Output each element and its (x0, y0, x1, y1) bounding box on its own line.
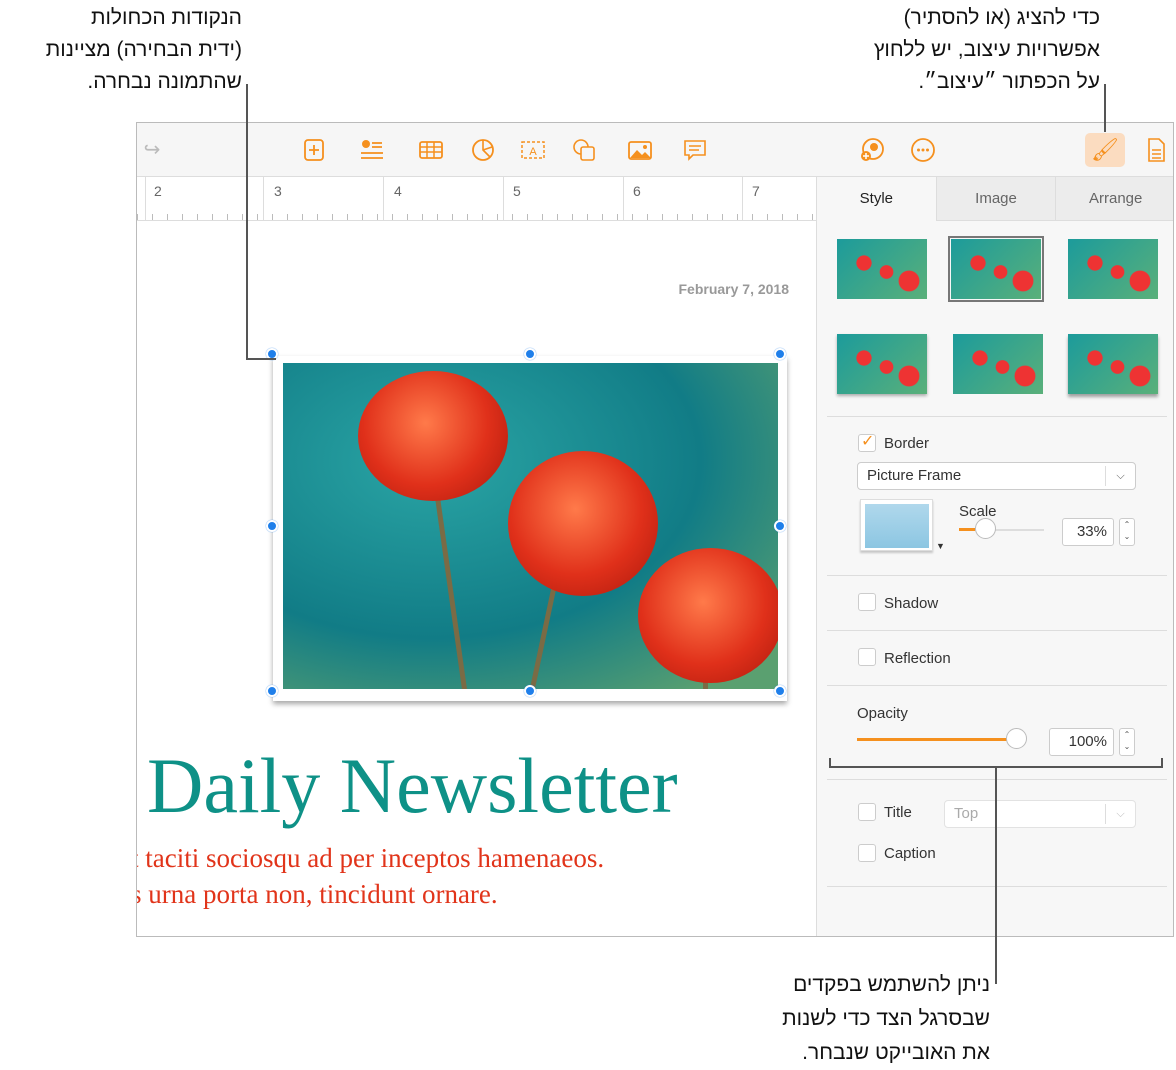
callout-format-button: כדי להציג (או להסתיר) אפשרויות עיצוב, יש… (874, 2, 1100, 98)
title-position-select: Top ⌵ (944, 800, 1136, 828)
list-icon[interactable] (359, 137, 385, 163)
shape-icon[interactable] (571, 137, 597, 163)
callout-line: שבסרגל הצד כדי לשנות (782, 1007, 990, 1030)
style-thumbnail[interactable] (837, 334, 927, 394)
callout-bracket (1161, 758, 1163, 768)
insert-icon[interactable] (301, 137, 327, 163)
border-style-select[interactable]: Picture Frame ⌵ (857, 462, 1136, 490)
title-checkbox[interactable] (858, 803, 876, 821)
format-icon: 🖌 (1091, 137, 1119, 162)
scale-field[interactable]: 33% (1062, 518, 1114, 546)
callout-leader (1104, 84, 1106, 132)
style-thumbnail[interactable] (1068, 334, 1158, 394)
callout-bracket (829, 758, 831, 768)
selection-handle[interactable] (774, 520, 786, 532)
shadow-label: Shadow (884, 595, 939, 612)
selection-handle[interactable] (266, 685, 278, 697)
callout-sidebar: ניתן להשתמש בפקדים שבסרגל הצד כדי לשנות … (782, 968, 990, 1070)
caption-label: Caption (884, 845, 936, 862)
scale-stepper[interactable]: ⌃ ⌄ (1119, 518, 1135, 546)
callout-leader (246, 358, 276, 360)
scale-label: Scale (959, 503, 997, 520)
chevron-down-icon: ⌵ (1105, 466, 1135, 486)
tab-style[interactable]: Style (817, 177, 936, 221)
callout-line: את האובייקט שנבחר. (802, 1041, 990, 1064)
document-date: February 7, 2018 (678, 281, 789, 297)
callout-leader (995, 766, 997, 984)
opacity-field[interactable]: 100% (1049, 728, 1114, 756)
callout-selection-handles: הנקודות הכחולות (ידית הבחירה) מציינות שה… (46, 2, 242, 98)
format-button[interactable]: 🖌 (1085, 133, 1125, 167)
collaborate-icon[interactable] (859, 137, 885, 163)
callout-leader (246, 84, 248, 360)
pages-window: ↪ A 🖌 2 3 4 5 6 7 February 7, 2018 Daily… (136, 122, 1174, 937)
document-canvas: February 7, 2018 Daily Newsletter t taci… (137, 221, 817, 936)
opacity-stepper[interactable]: ⌃ ⌄ (1119, 728, 1135, 756)
tab-image[interactable]: Image (935, 177, 1056, 221)
callout-line: כדי להציג (או להסתיר) (903, 6, 1100, 29)
callout-line: הנקודות הכחולות (90, 6, 242, 29)
title-label: Title (884, 804, 912, 821)
ruler-number: 3 (274, 183, 282, 199)
more-icon[interactable] (910, 137, 936, 163)
body-text-line[interactable]: s urna porta non, tincidunt ornare. (137, 879, 498, 910)
opacity-slider-knob[interactable] (1006, 728, 1027, 749)
ruler-number: 4 (394, 183, 402, 199)
style-thumbnail[interactable] (953, 334, 1043, 394)
document-icon[interactable] (1143, 137, 1169, 163)
selection-handle[interactable] (774, 348, 786, 360)
table-icon[interactable] (418, 137, 444, 163)
opacity-slider-fill[interactable] (857, 738, 1007, 741)
callout-line: ניתן להשתמש בפקדים (793, 973, 990, 996)
selection-handle[interactable] (266, 520, 278, 532)
callout-line: על הכפתור ״עיצוב״. (918, 70, 1100, 93)
title-position-value: Top (954, 805, 979, 822)
callout-line: (ידית הבחירה) מציינות (45, 38, 242, 61)
body-text-line[interactable]: t taciti sociosqu ad per inceptos hamena… (137, 843, 604, 874)
border-checkbox[interactable]: ✓ (858, 434, 876, 452)
tab-arrange[interactable]: Arrange (1055, 177, 1173, 221)
reflection-label: Reflection (884, 650, 951, 667)
border-label: Border (884, 435, 930, 452)
redo-icon[interactable]: ↪ (139, 137, 165, 163)
toolbar: ↪ A 🖌 (137, 123, 1173, 177)
selection-handle[interactable] (524, 348, 536, 360)
opacity-label: Opacity (857, 705, 908, 722)
scale-slider-knob[interactable] (975, 518, 996, 539)
caret-down-icon[interactable]: ▼ (936, 541, 945, 551)
ruler-ticks (137, 214, 817, 220)
ruler: 2 3 4 5 6 7 (137, 177, 817, 221)
newsletter-title[interactable]: Daily Newsletter (147, 741, 678, 831)
caption-checkbox[interactable] (858, 844, 876, 862)
style-thumbnail[interactable] (837, 239, 927, 299)
textbox-icon[interactable]: A (520, 137, 546, 163)
chart-icon[interactable] (470, 137, 496, 163)
callout-line: אפשרויות עיצוב, יש ללחוץ (873, 38, 1100, 61)
selection-handle[interactable] (774, 685, 786, 697)
border-style-value: Picture Frame (867, 467, 962, 484)
shadow-checkbox[interactable] (858, 593, 876, 611)
border-color-well[interactable] (860, 499, 933, 551)
chevron-down-icon: ⌵ (1105, 804, 1135, 824)
comment-icon[interactable] (682, 137, 708, 163)
selected-image[interactable] (266, 348, 787, 701)
checkmark-icon: ✓ (861, 433, 875, 450)
selection-handle[interactable] (524, 685, 536, 697)
ruler-number: 2 (154, 183, 162, 199)
style-thumbnail[interactable] (1068, 239, 1158, 299)
ruler-number: 6 (633, 183, 641, 199)
scale-slider-fill (959, 528, 975, 531)
style-thumbnail[interactable] (948, 236, 1044, 302)
callout-line: שהתמונה נבחרה. (87, 70, 242, 93)
svg-text:A: A (529, 146, 537, 158)
media-icon[interactable] (627, 137, 653, 163)
ruler-number: 7 (752, 183, 760, 199)
reflection-checkbox[interactable] (858, 648, 876, 666)
flower-photo (283, 363, 778, 689)
ruler-number: 5 (513, 183, 521, 199)
sidebar-tabs: Style Image Arrange (817, 177, 1173, 221)
